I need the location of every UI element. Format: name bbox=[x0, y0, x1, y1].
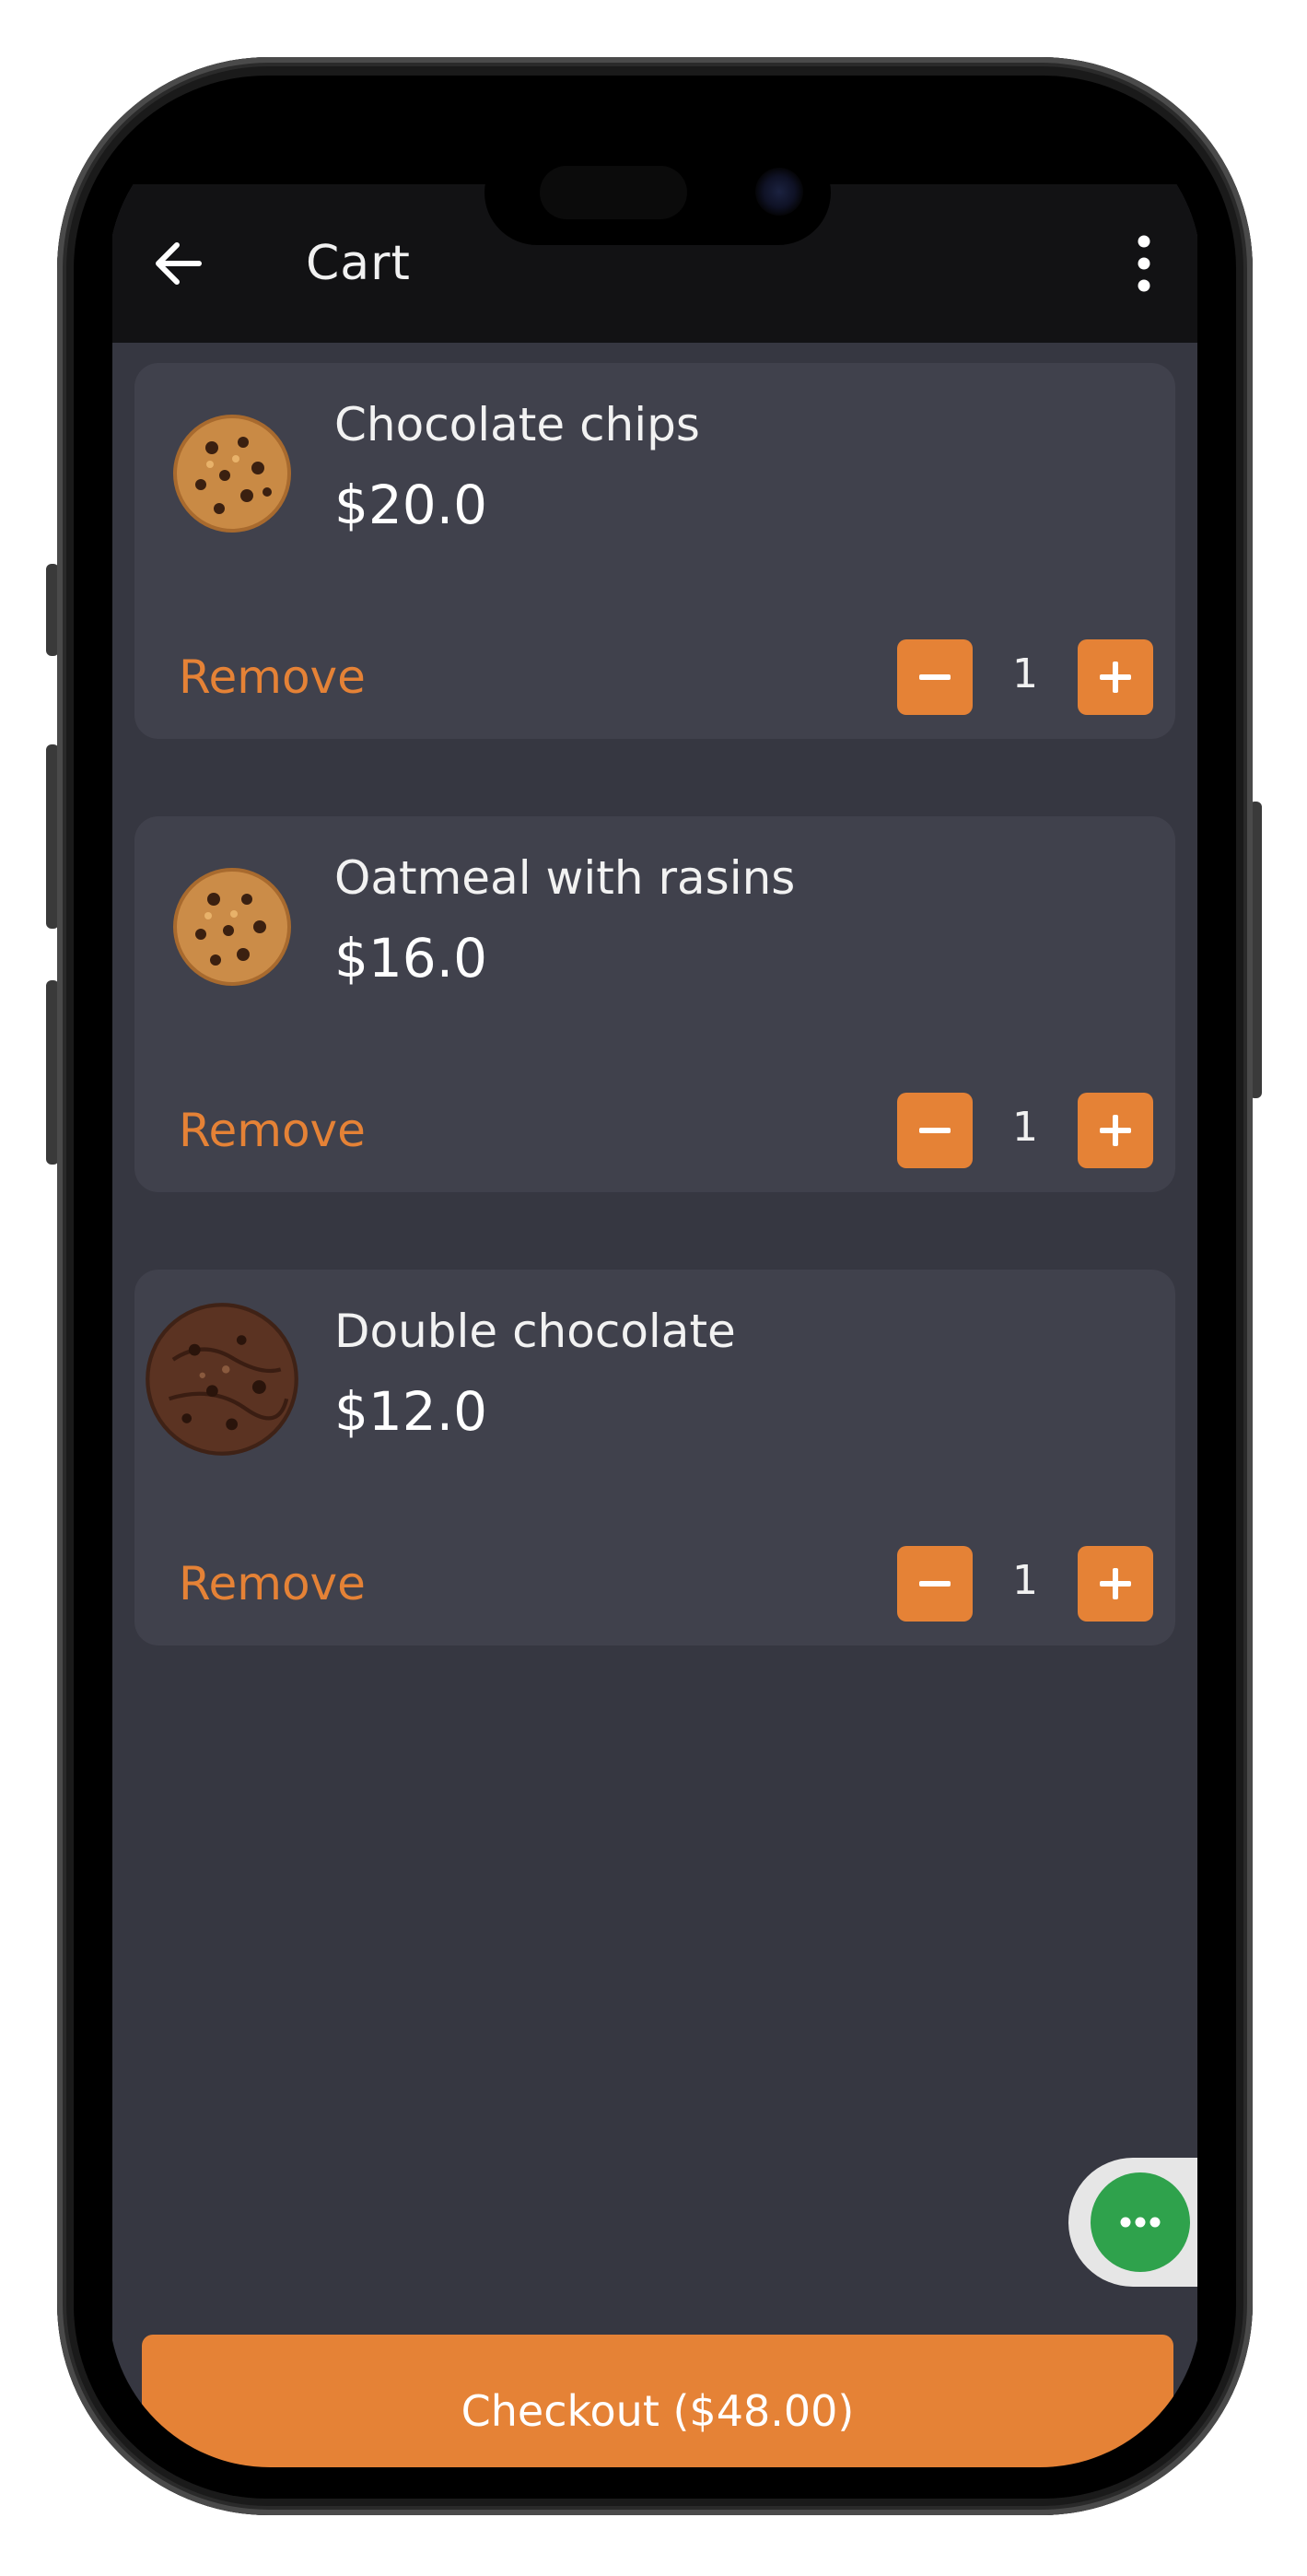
decrease-quantity-button[interactable] bbox=[897, 1093, 973, 1168]
increase-quantity-button[interactable] bbox=[1078, 1093, 1153, 1168]
quantity-value: 1 bbox=[1012, 650, 1038, 697]
item-name: Oatmeal with rasins bbox=[334, 851, 796, 905]
item-price: $16.0 bbox=[334, 927, 488, 989]
plus-icon bbox=[1100, 1568, 1131, 1599]
cookie-image bbox=[173, 868, 291, 986]
quantity-value: 1 bbox=[1012, 1557, 1038, 1604]
cookie-image bbox=[173, 415, 291, 533]
item-price: $12.0 bbox=[334, 1380, 488, 1443]
phone-screen: Cart Chocolate chips $20.0 Remove 1 Oatm… bbox=[109, 109, 1201, 2467]
remove-button[interactable]: Remove bbox=[179, 650, 366, 704]
decrease-quantity-button[interactable] bbox=[897, 639, 973, 715]
more-horizontal-icon bbox=[1120, 2217, 1161, 2228]
decrease-quantity-button[interactable] bbox=[897, 1546, 973, 1622]
remove-button[interactable]: Remove bbox=[179, 1104, 366, 1157]
minus-icon bbox=[919, 1128, 951, 1133]
minus-icon bbox=[919, 1581, 951, 1587]
cart-item: Oatmeal with rasins $16.0 Remove 1 bbox=[134, 816, 1175, 1192]
cart-screen: Cart Chocolate chips $20.0 Remove 1 Oatm… bbox=[112, 184, 1197, 2467]
plus-icon bbox=[1100, 662, 1131, 693]
increase-quantity-button[interactable] bbox=[1078, 639, 1153, 715]
arrow-left-icon[interactable] bbox=[149, 234, 208, 293]
item-name: Double chocolate bbox=[334, 1305, 736, 1358]
increase-quantity-button[interactable] bbox=[1078, 1546, 1153, 1622]
item-price: $20.0 bbox=[334, 474, 488, 536]
dynamic-island bbox=[484, 140, 831, 245]
remove-button[interactable]: Remove bbox=[179, 1557, 366, 1610]
checkout-button[interactable]: Checkout ($48.00) bbox=[142, 2335, 1173, 2467]
cart-item: Double chocolate $12.0 Remove 1 bbox=[134, 1270, 1175, 1645]
cookie-image bbox=[146, 1303, 298, 1456]
minus-icon bbox=[919, 674, 951, 680]
more-vertical-icon[interactable] bbox=[1126, 230, 1162, 297]
quantity-value: 1 bbox=[1012, 1104, 1038, 1151]
front-camera bbox=[755, 168, 803, 216]
page-title: Cart bbox=[306, 236, 411, 291]
floating-action-button[interactable] bbox=[1091, 2172, 1190, 2272]
floating-action-tab bbox=[1068, 2158, 1197, 2287]
item-name: Chocolate chips bbox=[334, 398, 700, 451]
cart-item: Chocolate chips $20.0 Remove 1 bbox=[134, 363, 1175, 739]
plus-icon bbox=[1100, 1115, 1131, 1146]
